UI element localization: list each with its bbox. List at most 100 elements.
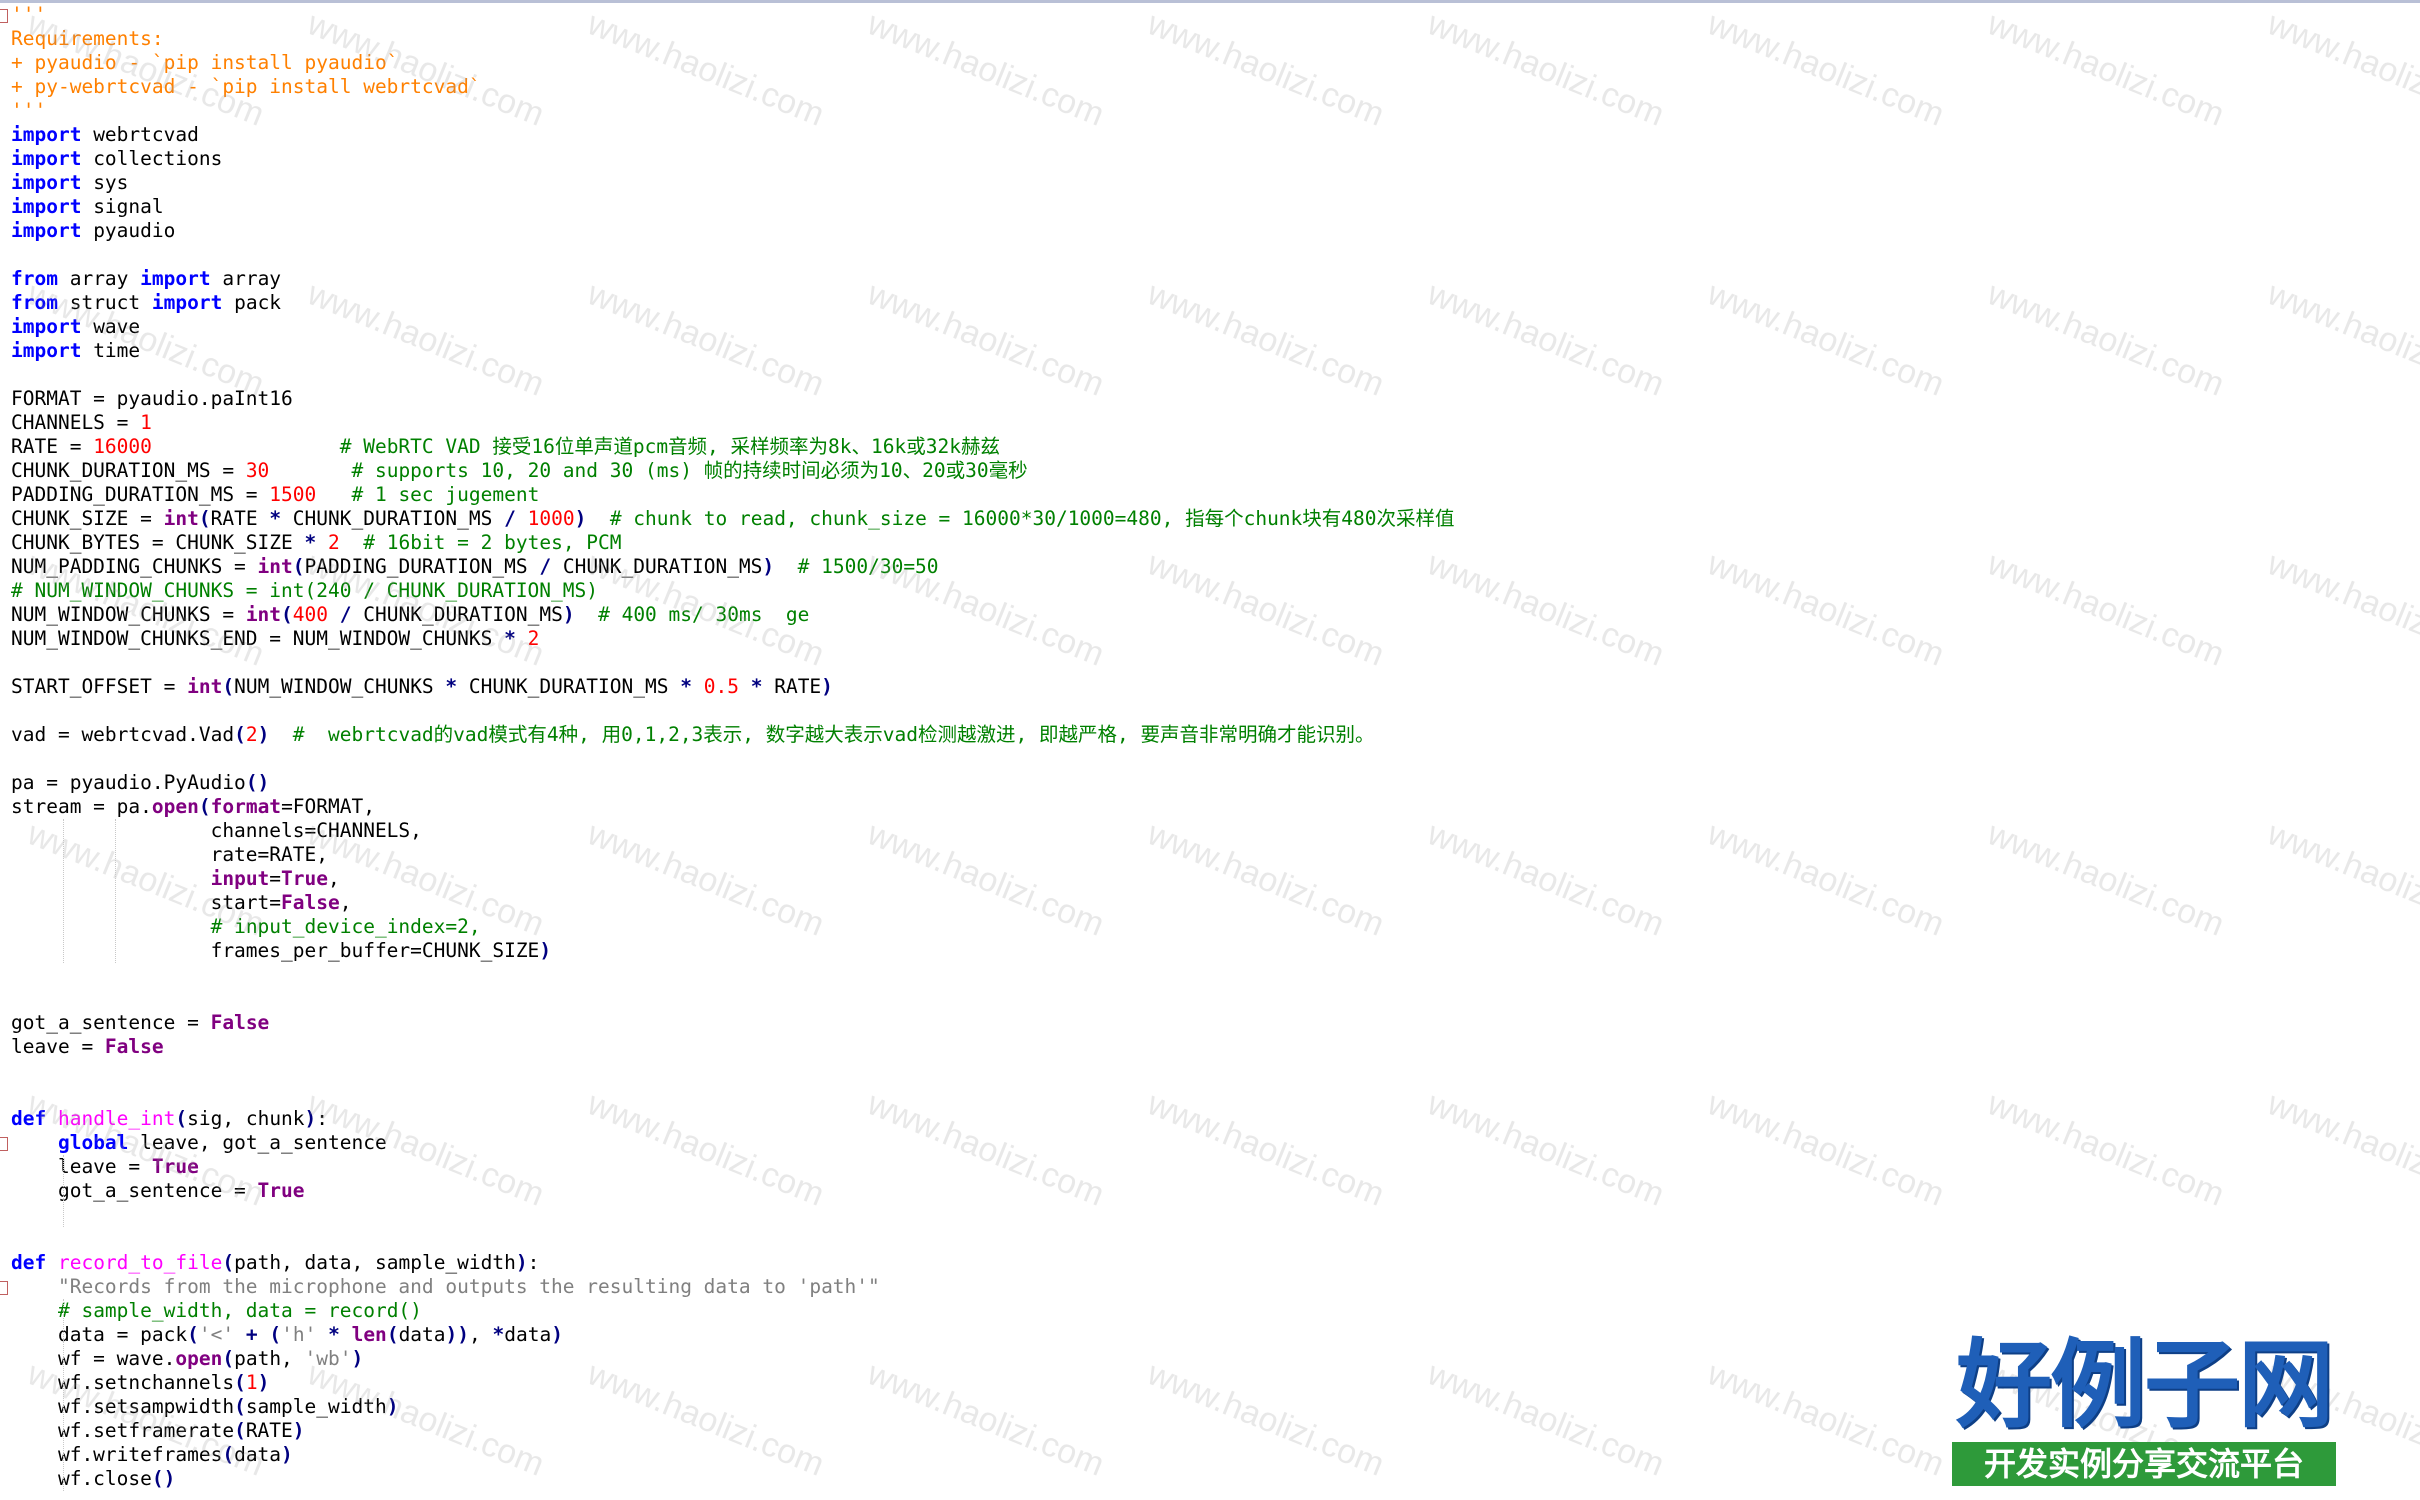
code-line[interactable] bbox=[11, 747, 1455, 771]
code-editor[interactable]: ''' Requirements: + pyaudio - `pip install… bbox=[0, 0, 2420, 1500]
code-line[interactable]: ''' bbox=[11, 3, 1455, 27]
code-token: () bbox=[151, 1467, 176, 1490]
code-line[interactable]: # NUM_WINDOW_CHUNKS = int(240 / CHUNK_DU… bbox=[11, 579, 1455, 603]
code-line[interactable]: NUM_WINDOW_CHUNKS = int(400 / CHUNK_DURA… bbox=[11, 603, 1455, 627]
code-line[interactable]: vad = webrtcvad.Vad(2) # webrtcvad的vad模式… bbox=[11, 723, 1455, 747]
code-line[interactable]: stream = pa.open(format=FORMAT, bbox=[11, 795, 1455, 819]
code-line[interactable]: CHUNK_BYTES = CHUNK_SIZE * 2 # 16bit = 2… bbox=[11, 531, 1455, 555]
code-line[interactable]: RATE = 16000 # WebRTC VAD 接受16位单声道pcm音频,… bbox=[11, 435, 1455, 459]
code-token: CHUNK_DURATION_MS bbox=[281, 507, 505, 530]
code-line[interactable]: ''' bbox=[11, 99, 1455, 123]
code-token: import bbox=[11, 315, 82, 338]
code-line[interactable]: import collections bbox=[11, 147, 1455, 171]
code-token: # NUM_WINDOW_CHUNKS = int(240 / CHUNK_DU… bbox=[11, 579, 598, 602]
code-token: * bbox=[328, 1323, 340, 1346]
code-token: start= bbox=[11, 891, 282, 914]
code-token: 'h' bbox=[281, 1323, 317, 1346]
code-line[interactable]: wf.writeframes(data) bbox=[11, 1443, 1455, 1467]
watermark-text: www.haolizi.com bbox=[1982, 544, 2230, 674]
code-token: ( bbox=[234, 1419, 246, 1442]
code-token: import bbox=[11, 123, 82, 146]
code-token: pa = pyaudio.PyAudio bbox=[11, 771, 246, 794]
code-line[interactable]: start=False, bbox=[11, 891, 1455, 915]
code-token: 0.5 bbox=[703, 675, 739, 698]
watermark-text: www.haolizi.com bbox=[1422, 814, 1670, 944]
code-line[interactable]: got_a_sentence = True bbox=[11, 1179, 1455, 1203]
code-line[interactable]: "Records from the microphone and outputs… bbox=[11, 1275, 1455, 1299]
code-line[interactable]: CHUNK_SIZE = int(RATE * CHUNK_DURATION_M… bbox=[11, 507, 1455, 531]
code-line[interactable] bbox=[11, 243, 1455, 267]
code-token: ( bbox=[198, 795, 211, 818]
code-line[interactable]: global leave, got_a_sentence bbox=[11, 1131, 1455, 1155]
fold-marker[interactable] bbox=[0, 9, 8, 23]
code-token: True bbox=[257, 1179, 305, 1202]
code-line[interactable]: + pyaudio - `pip install pyaudio` bbox=[11, 51, 1455, 75]
code-line[interactable]: channels=CHANNELS, bbox=[11, 819, 1455, 843]
code-line[interactable]: input=True, bbox=[11, 867, 1455, 891]
code-token: 'wb' bbox=[304, 1347, 352, 1370]
code-line[interactable]: wf.setframerate(RATE) bbox=[11, 1419, 1455, 1443]
code-line[interactable]: import pyaudio bbox=[11, 219, 1455, 243]
code-line[interactable]: import webrtcvad bbox=[11, 123, 1455, 147]
code-line[interactable]: import wave bbox=[11, 315, 1455, 339]
code-line[interactable]: FORMAT = pyaudio.paInt16 bbox=[11, 387, 1455, 411]
code-token: leave = bbox=[11, 1155, 152, 1178]
code-line[interactable]: frames_per_buffer=CHUNK_SIZE) bbox=[11, 939, 1455, 963]
code-token: # sample_width, data = record() bbox=[57, 1299, 422, 1322]
code-line[interactable] bbox=[11, 1083, 1455, 1107]
code-line[interactable]: data = pack('<' + ('h' * len(data)), *da… bbox=[11, 1323, 1455, 1347]
code-line[interactable]: CHANNELS = 1 bbox=[11, 411, 1455, 435]
code-line[interactable]: rate=RATE, bbox=[11, 843, 1455, 867]
code-token: ( bbox=[281, 603, 293, 626]
code-line[interactable]: Requirements: bbox=[11, 27, 1455, 51]
code-line[interactable] bbox=[11, 987, 1455, 1011]
code-line[interactable] bbox=[11, 699, 1455, 723]
code-line[interactable]: CHUNK_DURATION_MS = 30 # supports 10, 20… bbox=[11, 459, 1455, 483]
code-line[interactable]: leave = True bbox=[11, 1155, 1455, 1179]
fold-marker[interactable] bbox=[0, 1281, 8, 1295]
code-line[interactable]: def handle_int(sig, chunk): bbox=[11, 1107, 1455, 1131]
code-line[interactable]: # input_device_index=2, bbox=[11, 915, 1455, 939]
code-line[interactable]: START_OFFSET = int(NUM_WINDOW_CHUNKS * C… bbox=[11, 675, 1455, 699]
code-line[interactable]: got_a_sentence = False bbox=[11, 1011, 1455, 1035]
code-line[interactable]: leave = False bbox=[11, 1035, 1455, 1059]
code-line[interactable]: import time bbox=[11, 339, 1455, 363]
code-line[interactable]: # sample_width, data = record() bbox=[11, 1299, 1455, 1323]
code-line[interactable]: from struct import pack bbox=[11, 291, 1455, 315]
watermark-text: www.haolizi.com bbox=[1982, 1084, 2230, 1214]
code-line[interactable]: wf.close() bbox=[11, 1467, 1455, 1491]
code-token: () bbox=[245, 771, 270, 794]
code-line[interactable] bbox=[11, 963, 1455, 987]
code-token: array bbox=[57, 267, 141, 290]
fold-marker[interactable] bbox=[0, 1137, 8, 1151]
code-token: NUM_WINDOW_CHUNKS = bbox=[11, 603, 246, 626]
code-line[interactable]: + py-webrtcvad - `pip install webrtcvad` bbox=[11, 75, 1455, 99]
code-line[interactable]: PADDING_DURATION_MS = 1500 # 1 sec jugem… bbox=[11, 483, 1455, 507]
code-line[interactable] bbox=[11, 651, 1455, 675]
code-line[interactable]: wf.setsampwidth(sample_width) bbox=[11, 1395, 1455, 1419]
code-line[interactable]: NUM_PADDING_CHUNKS = int(PADDING_DURATIO… bbox=[11, 555, 1455, 579]
code-line[interactable]: from array import array bbox=[11, 267, 1455, 291]
code-token: / bbox=[504, 507, 516, 530]
code-line[interactable] bbox=[11, 363, 1455, 387]
code-text-area[interactable]: ''' Requirements: + pyaudio - `pip install… bbox=[11, 3, 1455, 1491]
code-token: CHUNK_BYTES = CHUNK_SIZE bbox=[11, 531, 305, 554]
code-line[interactable]: import signal bbox=[11, 195, 1455, 219]
code-line[interactable] bbox=[11, 1059, 1455, 1083]
code-token: ) bbox=[551, 1323, 563, 1346]
code-line[interactable]: def record_to_file(path, data, sample_wi… bbox=[11, 1251, 1455, 1275]
code-token: rate=RATE, bbox=[11, 843, 328, 866]
code-line[interactable]: pa = pyaudio.PyAudio() bbox=[11, 771, 1455, 795]
code-line[interactable] bbox=[11, 1227, 1455, 1251]
code-line[interactable]: NUM_WINDOW_CHUNKS_END = NUM_WINDOW_CHUNK… bbox=[11, 627, 1455, 651]
code-token: ) bbox=[821, 675, 833, 698]
code-token: wf.setsampwidth bbox=[11, 1395, 235, 1418]
code-line[interactable] bbox=[11, 1203, 1455, 1227]
code-line[interactable]: wf.setnchannels(1) bbox=[11, 1371, 1455, 1395]
code-line[interactable]: wf = wave.open(path, 'wb') bbox=[11, 1347, 1455, 1371]
code-line[interactable]: import sys bbox=[11, 171, 1455, 195]
code-token: sample_width bbox=[245, 1395, 387, 1418]
